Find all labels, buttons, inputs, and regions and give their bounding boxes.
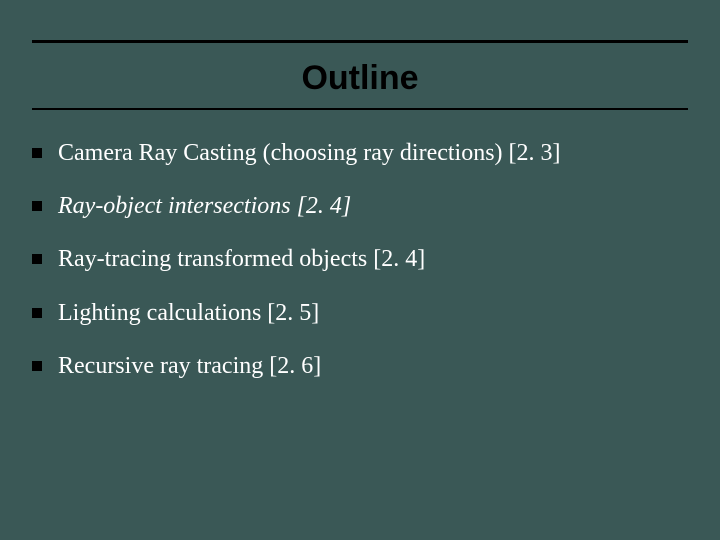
list-item-text: Ray-tracing transformed objects [2. 4] bbox=[58, 244, 425, 275]
square-bullet-icon bbox=[32, 254, 42, 264]
list-item: Recursive ray tracing [2. 6] bbox=[32, 351, 688, 382]
square-bullet-icon bbox=[32, 148, 42, 158]
list-item-text: Ray-object intersections [2. 4] bbox=[58, 191, 351, 222]
list-item-text: Recursive ray tracing [2. 6] bbox=[58, 351, 321, 382]
square-bullet-icon bbox=[32, 308, 42, 318]
list-item-text: Camera Ray Casting (choosing ray directi… bbox=[58, 138, 561, 169]
list-item: Ray-tracing transformed objects [2. 4] bbox=[32, 244, 688, 275]
list-item: Camera Ray Casting (choosing ray directi… bbox=[32, 138, 688, 169]
list-item: Lighting calculations [2. 5] bbox=[32, 298, 688, 329]
square-bullet-icon bbox=[32, 361, 42, 371]
list-item-text: Lighting calculations [2. 5] bbox=[58, 298, 319, 329]
outline-list: Camera Ray Casting (choosing ray directi… bbox=[32, 138, 688, 382]
slide-title: Outline bbox=[32, 59, 688, 98]
slide: Outline Camera Ray Casting (choosing ray… bbox=[0, 0, 720, 540]
list-item: Ray-object intersections [2. 4] bbox=[32, 191, 688, 222]
square-bullet-icon bbox=[32, 201, 42, 211]
title-container: Outline bbox=[32, 40, 688, 110]
